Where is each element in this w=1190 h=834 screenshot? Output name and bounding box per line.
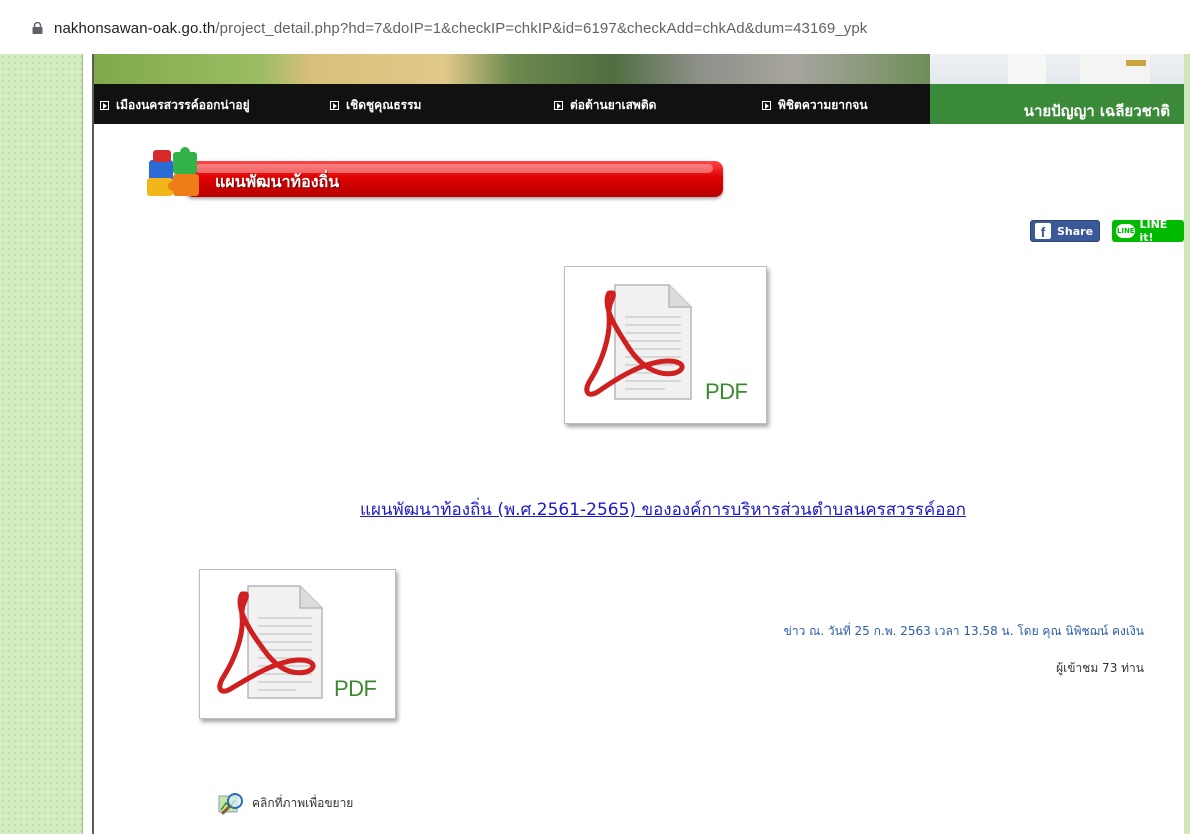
click-to-enlarge-label: คลิกที่ภาพเพื่อขยาย: [252, 795, 354, 810]
nav-item-livable-city[interactable]: เมืองนครสวรรค์ออกน่าอยู่: [100, 96, 250, 114]
nav-item-anti-drug[interactable]: ต่อต้านยาเสพติด: [554, 96, 656, 114]
nav-item-virtue[interactable]: เชิดชูคุณธรรม: [330, 96, 421, 114]
nav-item-label: เชิดชูคุณธรรม: [346, 97, 422, 112]
bullet-icon: [330, 100, 339, 110]
page-border: [82, 54, 94, 834]
section-header: แผนพัฒนาท้องถิ่น: [145, 147, 723, 198]
person-name: นายปัญญา เฉลียวชาติ: [930, 98, 1184, 124]
nav-item-label: ต่อต้านยาเสพติด: [570, 97, 657, 112]
nav-item-label: เมืองนครสวรรค์ออกน่าอยู่: [116, 97, 250, 112]
facebook-icon: f: [1035, 223, 1051, 239]
side-decoration-right: [1184, 54, 1190, 834]
bullet-icon: [554, 100, 563, 110]
line-share-button[interactable]: LINE LINE it!: [1112, 218, 1184, 244]
pdf-label: PDF: [334, 676, 377, 701]
nav-item-label: พิชิตความยากจน: [778, 97, 868, 112]
magnifier-icon: [218, 793, 243, 815]
news-date-author: ข่าว ณ. วันที่ 25 ก.พ. 2563 เวลา 13.58 น…: [783, 624, 1144, 638]
pdf-thumbnail-main[interactable]: PDF: [564, 266, 767, 424]
document-link-row: แผนพัฒนาท้องถิ่น (พ.ศ.2561-2565) ขององค์…: [0, 496, 1190, 523]
share-label: Share: [1057, 224, 1094, 238]
facebook-share-button[interactable]: f Share: [1030, 220, 1100, 242]
bullet-icon: [100, 100, 109, 110]
browser-address-bar[interactable]: nakhonsawan-oak.go.th/project_detail.php…: [0, 0, 1190, 55]
puzzle-icon: [147, 147, 199, 196]
document-link[interactable]: แผนพัฒนาท้องถิ่น (พ.ศ.2561-2565) ขององค์…: [360, 500, 966, 520]
name-box-top: [930, 84, 1184, 98]
line-icon: LINE: [1116, 224, 1136, 238]
pdf-label: PDF: [705, 379, 748, 404]
pdf-thumbnail-secondary[interactable]: PDF: [199, 569, 396, 719]
click-to-enlarge[interactable]: คลิกที่ภาพเพื่อขยาย: [218, 790, 353, 816]
side-decoration: [0, 54, 82, 834]
address-url[interactable]: nakhonsawan-oak.go.th/project_detail.php…: [54, 20, 867, 37]
section-title: แผนพัฒนาท้องถิ่น: [215, 172, 340, 191]
url-host: nakhonsawan-oak.go.th: [54, 20, 216, 37]
main-nav: เมืองนครสวรรค์ออกน่าอยู่ เชิดชูคุณธรรม ต…: [94, 84, 930, 124]
line-label: LINE it!: [1139, 218, 1168, 244]
view-count: ผู้เข้าชม 73 ท่าน: [1056, 661, 1144, 675]
nav-item-poverty[interactable]: พิชิตความยากจน: [762, 96, 868, 114]
banner-image: [94, 54, 930, 84]
url-path: /project_detail.php?hd=7&doIP=1&checkIP=…: [215, 20, 868, 37]
lock-icon: [32, 22, 43, 34]
bullet-icon: [762, 100, 771, 110]
